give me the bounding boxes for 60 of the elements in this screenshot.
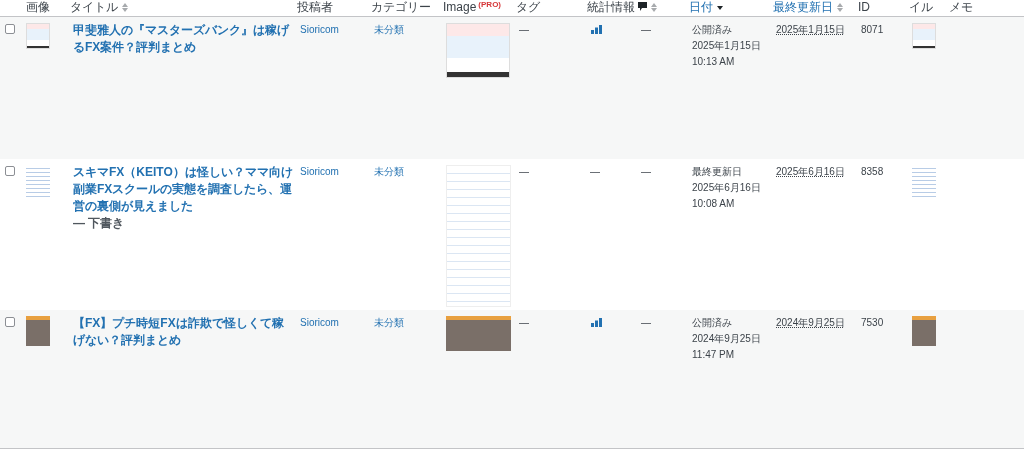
author-link[interactable]: Sioricom <box>300 24 339 35</box>
photo-placeholder <box>446 316 511 351</box>
sort-icon[interactable] <box>122 3 128 12</box>
tag-cell: — <box>519 166 529 177</box>
column-header: Image <box>443 0 477 15</box>
tag-cell: — <box>519 317 529 328</box>
author-link[interactable]: Sioricom <box>300 166 339 177</box>
pro-label: (PRO) <box>478 0 502 9</box>
sort-icon[interactable] <box>651 3 657 12</box>
bar-chart-icon[interactable] <box>590 315 602 327</box>
post-status: 公開済み <box>692 23 733 37</box>
column-header: 投稿者 <box>297 0 333 15</box>
row-checkbox[interactable] <box>5 24 15 34</box>
column-header: カテゴリー <box>371 0 431 15</box>
post-id: 8358 <box>861 166 884 177</box>
modified-date: 2025年6月16日 <box>776 166 845 177</box>
category-link[interactable]: 未分類 <box>374 317 404 328</box>
post-date: 2024年9月25日 <box>692 332 762 346</box>
banner-thumbnail <box>26 23 50 49</box>
post-title-link[interactable]: 甲斐雅人の『マスターズバンク』は稼げるFX案件？評判まとめ <box>73 22 293 56</box>
banner-thumbnail <box>912 23 936 49</box>
post-title-link[interactable]: スキマFX（KEITO）は怪しい？ママ向け副業FXスクールの実態を調査したら、運営の裏側が見えました <box>73 164 293 215</box>
photo-placeholder <box>26 316 50 346</box>
category-link[interactable]: 未分類 <box>374 24 404 35</box>
tag-cell: — <box>519 24 529 35</box>
column-header: ID <box>858 0 870 15</box>
bar-chart-icon[interactable] <box>590 22 602 34</box>
banner-thumbnail <box>446 23 510 78</box>
modified-date: 2024年9月25日 <box>776 317 845 328</box>
column-header: イル <box>909 0 933 15</box>
comments-cell: — <box>641 166 651 177</box>
column-header: タグ <box>516 0 540 15</box>
photo-placeholder <box>912 316 936 346</box>
post-id: 8071 <box>861 24 884 35</box>
category-link[interactable]: 未分類 <box>374 166 404 177</box>
comments-cell: — <box>641 24 651 35</box>
row-checkbox[interactable] <box>5 317 15 327</box>
sort-desc-icon[interactable] <box>717 3 723 12</box>
post-time: 11:47 PM <box>692 348 736 362</box>
post-date: 2025年6月16日 <box>692 181 762 195</box>
modified-date: 2025年1月15日 <box>776 24 845 35</box>
post-id: 7530 <box>861 317 884 328</box>
column-header[interactable]: 最終更新日 <box>773 0 833 15</box>
post-time: 10:13 AM <box>692 55 736 69</box>
post-state: — 下書き <box>73 215 125 232</box>
column-header: 統計情報 <box>587 0 635 15</box>
column-header: メモ <box>949 0 973 15</box>
stats-cell: — <box>590 166 600 177</box>
column-header[interactable]: タイトル <box>70 0 118 15</box>
column-header: 画像 <box>26 0 50 15</box>
author-link[interactable]: Sioricom <box>300 317 339 328</box>
sort-icon[interactable] <box>837 3 843 12</box>
post-title-link[interactable]: 【FX】プチ時短FXは詐欺で怪しくて稼げない？評判まとめ <box>73 315 293 349</box>
post-date: 2025年1月15日 <box>692 39 762 53</box>
post-time: 10:08 AM <box>692 197 736 211</box>
comments-cell: — <box>641 317 651 328</box>
row-checkbox[interactable] <box>5 166 15 176</box>
column-header[interactable]: 日付 <box>689 0 713 15</box>
post-status: 最終更新日 <box>692 165 743 179</box>
post-status: 公開済み <box>692 316 733 330</box>
